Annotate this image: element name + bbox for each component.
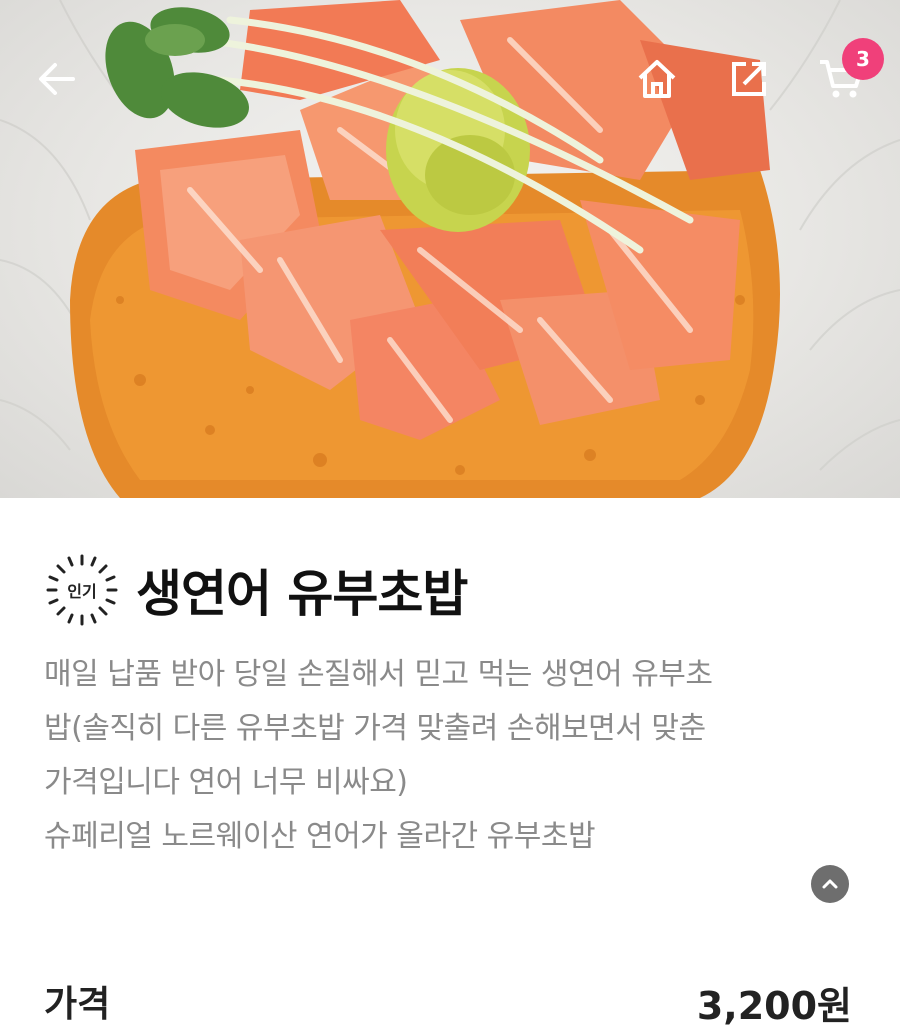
price-label: 가격: [44, 984, 111, 1025]
home-icon: [638, 60, 676, 98]
share-button[interactable]: [722, 52, 776, 106]
cart-count-badge: 3: [842, 38, 884, 80]
top-bar: 3: [0, 0, 900, 160]
product-description: 매일 납품 받아 당일 손질해서 믿고 먹는 생연어 유부초 밥(솔직히 다른 …: [44, 648, 844, 864]
product-title-row: 인기 생연어 유부초밥: [44, 552, 468, 628]
product-name: 생연어 유부초밥: [136, 565, 468, 623]
price-value: 3,200원: [696, 984, 852, 1028]
popular-badge-label: 인기: [67, 582, 97, 601]
back-arrow-icon: [39, 63, 75, 95]
description-line: 매일 납품 받아 당일 손질해서 믿고 먹는 생연어 유부초: [44, 657, 713, 692]
chevron-up-icon: [822, 879, 838, 889]
collapse-description-button[interactable]: [811, 865, 849, 903]
description-line: 가격입니다 연어 너무 비싸요): [44, 765, 408, 800]
share-icon: [732, 62, 766, 96]
popular-badge: 인기: [44, 552, 120, 628]
description-line: 슈페리얼 노르웨이산 연어가 올라간 유부초밥: [44, 819, 596, 854]
home-button[interactable]: [630, 52, 684, 106]
back-button[interactable]: [30, 52, 84, 106]
description-line: 밥(솔직히 다른 유부초밥 가격 맞출려 손해보면서 맞춘: [44, 711, 706, 746]
